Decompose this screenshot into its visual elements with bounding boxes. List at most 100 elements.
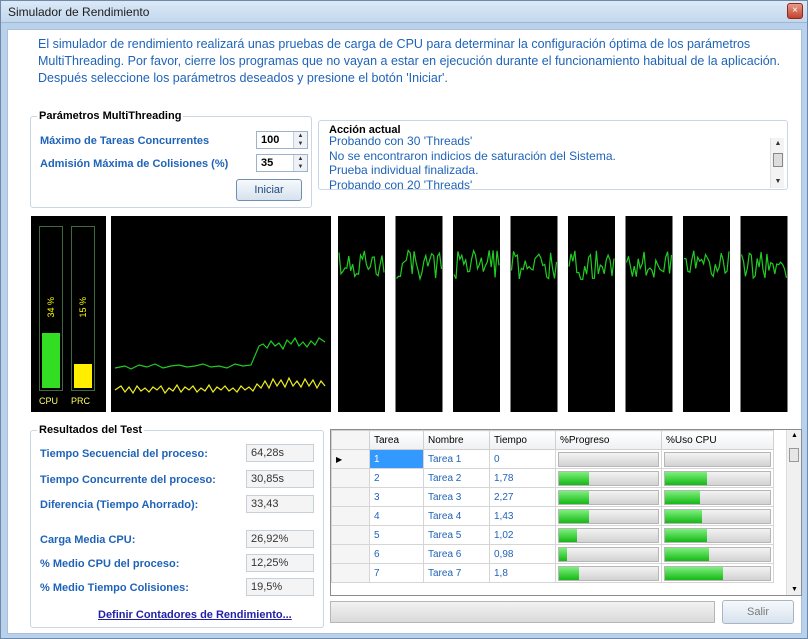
task-id-cell[interactable]: 7 <box>369 563 424 583</box>
row-header[interactable] <box>331 544 370 564</box>
table-row[interactable]: 3 Tarea 3 2,27 <box>331 487 774 507</box>
task-progress <box>555 544 662 564</box>
column-header-progress[interactable]: %Progreso <box>555 430 662 450</box>
task-name-cell[interactable]: Tarea 5 <box>423 525 490 545</box>
table-row[interactable]: 4 Tarea 4 1,43 <box>331 506 774 526</box>
row-header[interactable] <box>331 506 370 526</box>
task-id-cell[interactable]: 1 <box>369 449 424 469</box>
cpu-label: CPU <box>39 396 59 406</box>
column-header-time[interactable]: Tiempo <box>489 430 556 450</box>
task-time-cell[interactable]: 0 <box>489 449 556 469</box>
task-progress-fill <box>559 528 577 542</box>
task-id-cell[interactable]: 3 <box>369 487 424 507</box>
row-header[interactable] <box>331 487 370 507</box>
task-time-cell[interactable]: 1,43 <box>489 506 556 526</box>
row-header[interactable]: ▶ <box>331 449 370 469</box>
grid-scrollbar[interactable]: ▲ ▼ <box>786 430 801 595</box>
task-name-cell[interactable]: Tarea 6 <box>423 544 490 564</box>
task-progress <box>555 525 662 545</box>
define-counters-link[interactable]: Definir Contadores de Rendimiento... <box>98 609 292 621</box>
task-name-cell[interactable]: Tarea 3 <box>423 487 490 507</box>
task-time-cell[interactable]: 1,78 <box>489 468 556 488</box>
task-id-cell[interactable]: 6 <box>369 544 424 564</box>
scroll-thumb[interactable] <box>773 153 783 167</box>
task-cpu-fill <box>665 471 707 485</box>
row-header[interactable] <box>331 563 370 583</box>
task-name-cell[interactable]: Tarea 1 <box>423 449 490 469</box>
scroll-down-icon[interactable]: ▼ <box>791 586 798 593</box>
task-cpu-fill <box>665 547 710 561</box>
task-progress-fill <box>559 471 589 485</box>
column-header-task[interactable]: Tarea <box>369 430 424 450</box>
task-progress-bar <box>558 451 659 467</box>
result-label: Diferencia (Tiempo Ahorrado): <box>40 499 199 511</box>
task-cpu <box>661 449 774 469</box>
task-cpu <box>661 563 774 583</box>
task-table: Tarea Nombre Tiempo %Progreso %Uso CPU ▶… <box>331 430 774 583</box>
scroll-down-icon[interactable]: ▼ <box>771 176 785 188</box>
max-tasks-label: Máximo de Tareas Concurrentes <box>40 135 210 147</box>
task-time-cell[interactable]: 2,27 <box>489 487 556 507</box>
thread-monitor-panel <box>453 216 500 412</box>
task-cpu-fill <box>665 528 707 542</box>
prc-label: PRC <box>71 396 91 406</box>
cpu-history-graph <box>111 216 331 412</box>
task-progress-bar <box>558 527 659 543</box>
max-collisions-stepper[interactable]: 35 ▲ ▼ <box>256 154 308 172</box>
task-cpu-bar <box>664 489 771 505</box>
task-cpu <box>661 525 774 545</box>
result-label: Tiempo Secuencial del proceso: <box>40 448 208 460</box>
task-cpu-bar <box>664 565 771 581</box>
window-title: Simulador de Rendimiento <box>8 5 150 19</box>
task-id-cell[interactable]: 5 <box>369 525 424 545</box>
prc-meter: 15 % <box>71 226 95 391</box>
results-group-label: Resultados del Test <box>37 424 145 436</box>
simulator-window: Simulador de Rendimiento × El simulador … <box>0 0 808 639</box>
table-row[interactable]: ▶ 1 Tarea 10 <box>331 449 774 469</box>
start-button[interactable]: Iniciar <box>236 179 302 201</box>
thread-monitor-panel <box>338 216 385 412</box>
table-row[interactable]: 6 Tarea 6 0,98 <box>331 544 774 564</box>
max-tasks-stepper[interactable]: 100 ▲ ▼ <box>256 131 308 149</box>
table-row[interactable]: 2 Tarea 2 1,78 <box>331 468 774 488</box>
task-progress-bar <box>558 489 659 505</box>
usage-meters: 34 % 15 % CPU PRC <box>31 216 106 412</box>
result-value: 12,25% <box>246 554 314 572</box>
intro-text: El simulador de rendimiento realizará un… <box>38 37 781 85</box>
column-header-name[interactable]: Nombre <box>423 430 490 450</box>
scroll-up-icon[interactable]: ▲ <box>791 432 798 439</box>
task-name-cell[interactable]: Tarea 4 <box>423 506 490 526</box>
row-header[interactable] <box>331 468 370 488</box>
task-time-cell[interactable]: 1,8 <box>489 563 556 583</box>
thread-monitor-panel <box>395 216 443 412</box>
column-header-cpu[interactable]: %Uso CPU <box>661 430 774 450</box>
task-id-cell[interactable]: 2 <box>369 468 424 488</box>
task-id-cell[interactable]: 4 <box>369 506 424 526</box>
task-name-cell[interactable]: Tarea 7 <box>423 563 490 583</box>
scroll-up-icon[interactable]: ▲ <box>771 138 785 150</box>
row-header-corner <box>331 430 370 450</box>
task-cpu-bar <box>664 508 771 524</box>
task-progress <box>555 506 662 526</box>
thread-monitor-panel <box>683 216 730 412</box>
table-row[interactable]: 7 Tarea 7 1,8 <box>331 563 774 583</box>
scroll-thumb[interactable] <box>789 448 799 462</box>
stepper-arrows-icon[interactable]: ▲ ▼ <box>293 132 307 148</box>
action-scrollbar[interactable]: ▲ ▼ <box>770 138 784 188</box>
result-label: Carga Media CPU: <box>40 534 136 546</box>
table-row[interactable]: 5 Tarea 5 1,02 <box>331 525 774 545</box>
exit-button[interactable]: Salir <box>722 600 794 624</box>
task-progress-fill <box>559 490 589 504</box>
task-time-cell[interactable]: 0,98 <box>489 544 556 564</box>
task-name-cell[interactable]: Tarea 2 <box>423 468 490 488</box>
close-icon[interactable]: × <box>787 3 803 19</box>
task-time-cell[interactable]: 1,02 <box>489 525 556 545</box>
stepper-arrows-icon[interactable]: ▲ ▼ <box>293 155 307 171</box>
thread-monitor-strip <box>338 216 788 412</box>
task-cpu-bar <box>664 546 771 562</box>
cpu-meter-fill <box>42 333 60 388</box>
task-cpu <box>661 487 774 507</box>
row-header[interactable] <box>331 525 370 545</box>
result-value: 19,5% <box>246 578 314 596</box>
task-cpu-bar <box>664 527 771 543</box>
